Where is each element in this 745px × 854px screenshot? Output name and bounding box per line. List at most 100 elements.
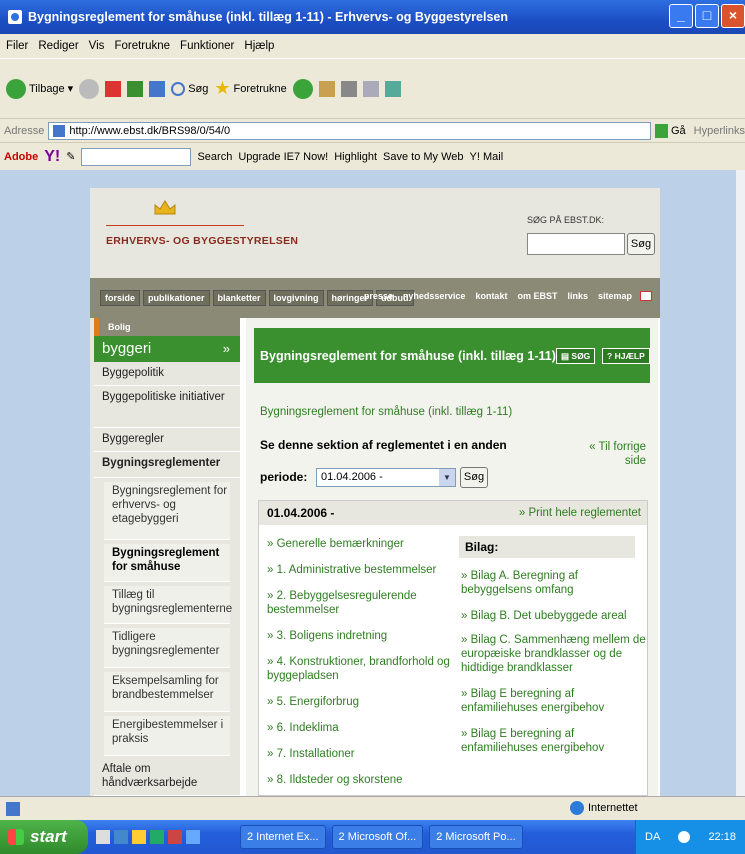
- upgrade-ie7-link[interactable]: Upgrade IE7 Now!: [238, 151, 328, 163]
- sidebar-subitem-tillaeg[interactable]: Tillæg til bygningsreglementerne: [104, 586, 232, 624]
- pencil-icon[interactable]: ✎: [66, 150, 75, 163]
- quicklaunch-icon[interactable]: [150, 830, 164, 844]
- sidebar-item-initiativer[interactable]: Byggepolitiske initiativer: [94, 390, 240, 428]
- task-internet-explorer[interactable]: 2 Internet Ex...: [240, 825, 326, 849]
- sidebar-subitem-smahuse[interactable]: Bygningsreglement for småhuse: [104, 544, 230, 582]
- sidebar-tag[interactable]: Bolig: [94, 318, 240, 336]
- period-select[interactable]: 01.04.2006 - ▼: [316, 468, 456, 487]
- help-button[interactable]: ? HJÆLP: [602, 348, 650, 364]
- tray-icon[interactable]: [678, 831, 691, 843]
- yahoo-logo-icon[interactable]: Y!: [44, 148, 60, 166]
- adobe-button[interactable]: Adobe: [4, 151, 38, 163]
- minimize-button[interactable]: _: [669, 4, 693, 28]
- sidebar-section[interactable]: byggeri »: [94, 336, 240, 362]
- sidebar-item-bygningsreglementer[interactable]: Bygningsreglementer: [94, 456, 240, 478]
- nav-presse[interactable]: presse: [364, 291, 393, 301]
- task-microsoft-office[interactable]: 2 Microsoft Of...: [331, 825, 424, 849]
- menu-favorites[interactable]: Foretrukne: [114, 40, 170, 52]
- menu-help[interactable]: Hjælp: [244, 40, 274, 52]
- print-link[interactable]: » Print hele reglementet: [519, 501, 641, 525]
- section-link[interactable]: » 8. Ildsteder og skorstene: [267, 773, 452, 787]
- section-link[interactable]: » 1. Administrative bestemmelser: [267, 563, 452, 577]
- vertical-scrollbar[interactable]: [735, 170, 745, 796]
- edit-icon[interactable]: [362, 80, 379, 97]
- bilag-link[interactable]: » Bilag C. Sammenhæng mellem de europæis…: [461, 633, 647, 675]
- period-search-button[interactable]: Søg: [460, 467, 488, 488]
- site-search-button[interactable]: Søg: [627, 233, 655, 255]
- section-link[interactable]: » 2. Bebyggelsesregulerende bestemmelser: [267, 589, 452, 617]
- sidebar-item-byggeregler[interactable]: Byggeregler: [94, 432, 240, 452]
- sidebar-subitem-energi[interactable]: Energibestemmelser i praksis: [104, 716, 230, 756]
- menu-tools[interactable]: Funktioner: [180, 40, 234, 52]
- nav-blanketter[interactable]: blanketter: [212, 290, 266, 306]
- bilag-link[interactable]: » Bilag E beregning af enfamiliehuses en…: [461, 687, 647, 715]
- contents-date: 01.04.2006 -: [267, 506, 335, 520]
- quicklaunch-icon[interactable]: [114, 830, 128, 844]
- menu-file[interactable]: Filer: [6, 40, 28, 52]
- home-icon[interactable]: [149, 80, 166, 97]
- sidebar-item-byggepolitik[interactable]: Byggepolitik: [94, 366, 240, 386]
- go-arrow-icon[interactable]: [655, 123, 668, 138]
- sog-button[interactable]: ▤ SØG: [556, 348, 596, 364]
- bilag-link[interactable]: » Bilag B. Det ubebyggede areal: [461, 609, 647, 623]
- nav-sitemap[interactable]: sitemap: [598, 291, 632, 301]
- refresh-icon[interactable]: [127, 80, 144, 97]
- uk-flag-icon[interactable]: [640, 291, 652, 301]
- section-link[interactable]: » 5. Energiforbrug: [267, 695, 452, 709]
- section-link[interactable]: » 3. Boligens indretning: [267, 629, 452, 643]
- stop-icon[interactable]: [105, 80, 122, 97]
- menu-view[interactable]: Vis: [89, 40, 105, 52]
- clock[interactable]: 22:18: [708, 831, 736, 843]
- menu-edit[interactable]: Rediger: [38, 40, 78, 52]
- section-link[interactable]: » 4. Konstruktioner, brandforhold og byg…: [267, 655, 452, 683]
- nav-forside[interactable]: forside: [100, 290, 141, 306]
- quicklaunch-icon[interactable]: [186, 830, 200, 844]
- bilag-link[interactable]: » Bilag E beregning af enfamiliehuses en…: [461, 727, 647, 755]
- yahoo-search-input[interactable]: [81, 147, 192, 166]
- quicklaunch-icon[interactable]: [132, 830, 146, 844]
- forward-arrow-icon[interactable]: [79, 78, 100, 99]
- address-input[interactable]: http://www.ebst.dk/BRS98/0/54/0: [48, 121, 652, 140]
- history-icon[interactable]: [292, 78, 313, 99]
- nav-links-page[interactable]: links: [567, 291, 588, 301]
- site-logo[interactable]: ERHVERVS- OG BYGGESTYRELSEN: [106, 235, 298, 247]
- links-label[interactable]: Hyperlinks: [694, 125, 745, 137]
- quicklaunch-icon[interactable]: [96, 830, 110, 844]
- sidebar-item-aftale[interactable]: Aftale om håndværksarbejde: [94, 760, 240, 796]
- start-button[interactable]: start: [0, 820, 88, 854]
- favorites-button[interactable]: ★ Foretrukne: [214, 78, 286, 99]
- bilag-link[interactable]: » Bilag A. Beregning af bebyggelsens omf…: [461, 569, 647, 597]
- nav-lovgivning[interactable]: lovgivning: [268, 290, 324, 306]
- site-search-input[interactable]: [527, 233, 625, 255]
- maximize-button[interactable]: □: [695, 4, 719, 28]
- mail-icon[interactable]: [318, 80, 335, 97]
- chevron-down-icon[interactable]: ▼: [439, 469, 455, 486]
- save-to-my-web-button[interactable]: Save to My Web: [383, 151, 464, 163]
- section-link[interactable]: » 6. Indeklima: [267, 721, 452, 735]
- messenger-icon[interactable]: [384, 80, 401, 97]
- task-microsoft-powerpoint[interactable]: 2 Microsoft Po...: [429, 825, 523, 849]
- sidebar-subitem-erhverv[interactable]: Bygningsreglement for erhvervs- og etage…: [104, 482, 230, 540]
- highlight-button[interactable]: Highlight: [334, 151, 377, 163]
- go-button[interactable]: Gå: [671, 125, 686, 137]
- back-button[interactable]: Tilbage ▾: [6, 78, 73, 99]
- back-link[interactable]: « Til forrige side: [576, 440, 646, 468]
- sidebar-subitem-eksempelsamling[interactable]: Eksempelsamling for brandbestemmelser: [104, 672, 230, 712]
- page-subtitle[interactable]: Bygningsreglement for småhuse (inkl. til…: [260, 406, 512, 418]
- section-link[interactable]: » 7. Installationer: [267, 747, 452, 761]
- close-button[interactable]: ×: [721, 4, 745, 28]
- quicklaunch-icon[interactable]: [168, 830, 182, 844]
- nav-publikationer[interactable]: publikationer: [143, 290, 210, 306]
- language-indicator[interactable]: DA: [645, 831, 660, 843]
- nav-links: presse nyhedsservice kontakt om EBST lin…: [364, 291, 632, 301]
- search-button[interactable]: Søg: [171, 81, 208, 96]
- nav-nyhedsservice[interactable]: nyhedsservice: [403, 291, 466, 301]
- sidebar-subitem-tidligere[interactable]: Tidligere bygningsreglementer: [104, 628, 230, 668]
- section-link[interactable]: » Generelle bemærkninger: [267, 537, 452, 551]
- system-tray: DA 22:18: [635, 820, 745, 854]
- print-icon[interactable]: [340, 80, 357, 97]
- yahoo-search-button[interactable]: Search: [197, 151, 232, 163]
- yahoo-mail-button[interactable]: Y! Mail: [470, 151, 504, 163]
- nav-kontakt[interactable]: kontakt: [475, 291, 507, 301]
- nav-om-ebst[interactable]: om EBST: [517, 291, 557, 301]
